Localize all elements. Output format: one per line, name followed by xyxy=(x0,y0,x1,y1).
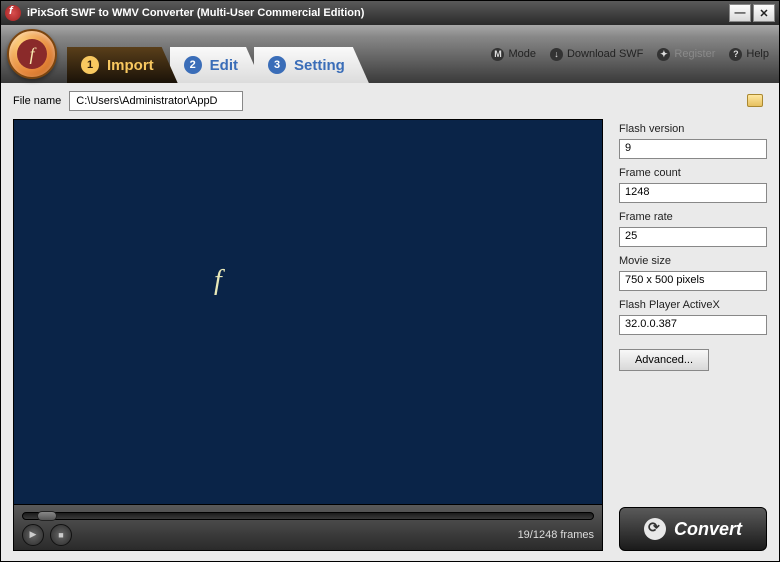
tab-num: 2 xyxy=(184,56,202,74)
seek-thumb[interactable] xyxy=(37,511,57,521)
register-link[interactable]: ✦Register xyxy=(657,48,715,61)
header: f 1 Import 2 Edit 3 Setting MMode ↓Downl… xyxy=(1,25,779,83)
tab-label: Setting xyxy=(294,57,345,74)
control-row: ▶ ■ 19/1248 frames xyxy=(22,523,594,546)
activex-label: Flash Player ActiveX xyxy=(619,299,767,311)
frame-rate-value: 25 xyxy=(619,227,767,247)
preview-pane: f ▶ ■ 19/1248 frames xyxy=(13,119,603,551)
close-button[interactable]: ✕ xyxy=(753,4,775,22)
movie-size-label: Movie size xyxy=(619,255,767,267)
frame-count-label: Frame count xyxy=(619,167,767,179)
main-row: f ▶ ■ 19/1248 frames Flash ve xyxy=(13,119,767,551)
help-icon: ? xyxy=(729,48,742,61)
header-links: MMode ↓Download SWF ✦Register ?Help xyxy=(491,48,769,61)
advanced-button[interactable]: Advanced... xyxy=(619,349,709,371)
convert-icon xyxy=(644,518,666,540)
help-link[interactable]: ?Help xyxy=(729,48,769,61)
titlebar: iPixSoft SWF to WMV Converter (Multi-Use… xyxy=(1,1,779,25)
flash-version-value: 9 xyxy=(619,139,767,159)
mode-link[interactable]: MMode xyxy=(491,48,536,61)
app-icon xyxy=(5,5,21,21)
info-panel: Flash version 9 Frame count 1248 Frame r… xyxy=(619,119,767,551)
frame-counter: 19/1248 frames xyxy=(518,529,594,541)
play-button[interactable]: ▶ xyxy=(22,524,44,546)
seek-bar[interactable] xyxy=(22,512,594,520)
minimize-button[interactable]: — xyxy=(729,4,751,22)
frame-count-value: 1248 xyxy=(619,183,767,203)
movie-size-value: 750 x 500 pixels xyxy=(619,271,767,291)
tab-import[interactable]: 1 Import xyxy=(67,47,178,83)
convert-label: Convert xyxy=(674,519,742,540)
logo-icon: f xyxy=(7,29,57,79)
preview-area: f xyxy=(13,119,603,505)
app-window: iPixSoft SWF to WMV Converter (Multi-Use… xyxy=(0,0,780,562)
flash-logo-icon: f xyxy=(214,265,222,297)
file-path-input[interactable] xyxy=(69,91,243,111)
tab-edit[interactable]: 2 Edit xyxy=(170,47,262,83)
tab-label: Edit xyxy=(210,57,238,74)
download-swf-link[interactable]: ↓Download SWF xyxy=(550,48,643,61)
browse-icon[interactable] xyxy=(747,94,763,107)
key-icon: ✦ xyxy=(657,48,670,61)
flash-version-label: Flash version xyxy=(619,123,767,135)
stop-button[interactable]: ■ xyxy=(50,524,72,546)
window-buttons: — ✕ xyxy=(729,4,775,22)
frame-rate-label: Frame rate xyxy=(619,211,767,223)
tab-label: Import xyxy=(107,57,154,74)
file-row: File name xyxy=(13,91,767,111)
seek-row xyxy=(22,509,594,523)
content: File name f ▶ ■ xyxy=(1,83,779,561)
window-title: iPixSoft SWF to WMV Converter (Multi-Use… xyxy=(27,7,364,19)
file-label: File name xyxy=(13,95,61,107)
tab-num: 3 xyxy=(268,56,286,74)
file-input-wrap xyxy=(69,91,767,111)
tabs: 1 Import 2 Edit 3 Setting xyxy=(67,25,361,83)
player-controls: ▶ ■ 19/1248 frames xyxy=(13,505,603,551)
download-icon: ↓ xyxy=(550,48,563,61)
tab-setting[interactable]: 3 Setting xyxy=(254,47,369,83)
tab-num: 1 xyxy=(81,56,99,74)
convert-button[interactable]: Convert xyxy=(619,507,767,551)
activex-value: 32.0.0.387 xyxy=(619,315,767,335)
mode-icon: M xyxy=(491,48,504,61)
